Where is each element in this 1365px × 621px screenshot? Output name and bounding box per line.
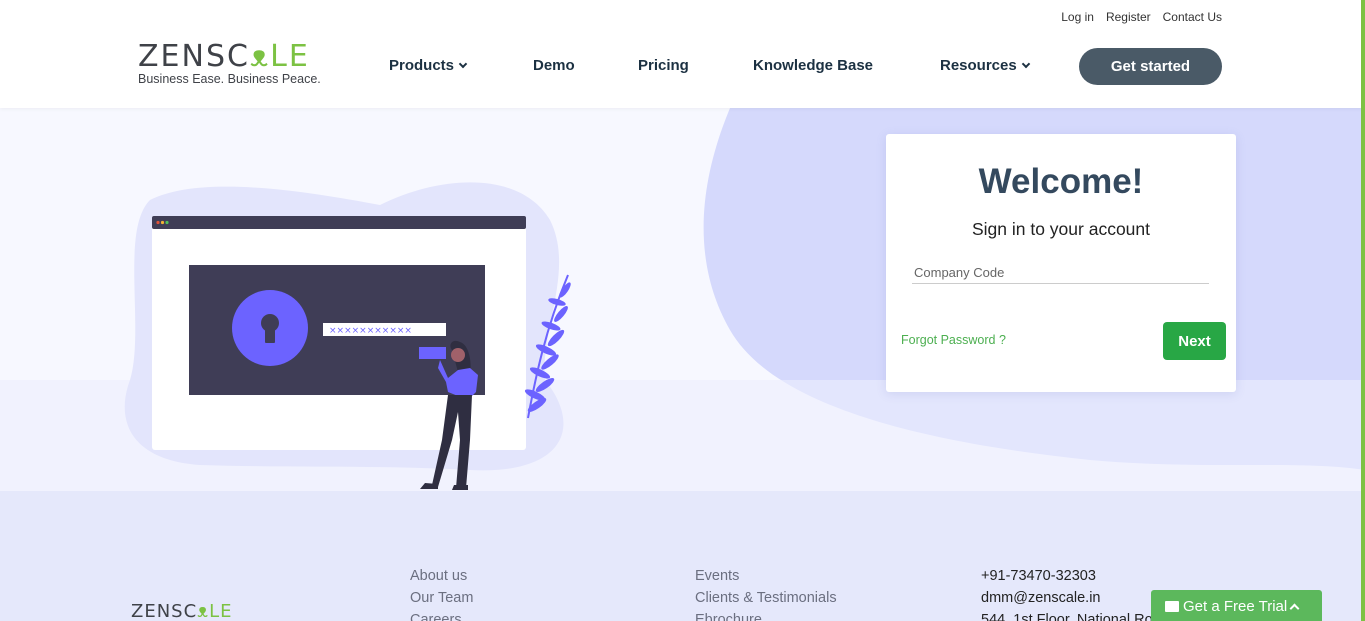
- browser-titlebar: [152, 216, 526, 229]
- window-dot-red: [156, 220, 160, 225]
- footer-link-events[interactable]: Events: [695, 565, 837, 587]
- signin-subtitle: Sign in to your account: [971, 219, 1151, 239]
- contact-address: 544, 1st Floor, National Ro: [981, 612, 1153, 621]
- brand-logo[interactable]: ZENSCᴥLE Business Ease. Business Peace.: [138, 39, 321, 87]
- person-head: [451, 348, 465, 362]
- submit-box: [419, 347, 446, 359]
- footer-company-links: About us Our Team Careers: [410, 565, 473, 621]
- footer-link-careers[interactable]: Careers: [410, 609, 473, 621]
- contact-email[interactable]: dmm@zenscale.in: [981, 587, 1153, 609]
- contact-us-link[interactable]: Contact Us: [1163, 10, 1222, 24]
- footer-link-team[interactable]: Our Team: [410, 587, 473, 609]
- chevron-down-icon: [1021, 59, 1030, 68]
- free-trial-button[interactable]: Get a Free Trial: [1151, 590, 1322, 621]
- contact-phone[interactable]: +91-73470-32303: [981, 565, 1153, 587]
- top-links: Log in Register Contact Us: [1061, 10, 1222, 24]
- forgot-password-link[interactable]: Forgot Password ?: [901, 333, 1006, 347]
- meditation-icon: ᴥ: [249, 39, 271, 74]
- footer-logo[interactable]: ZENSCᴥLE: [131, 601, 233, 621]
- welcome-title: Welcome!: [978, 162, 1144, 201]
- nav-demo[interactable]: Demo: [533, 57, 638, 74]
- main-nav: Products Demo Pricing Knowledge Base Res…: [389, 57, 1030, 74]
- window-dot-green: [165, 220, 169, 225]
- person-shoe-right: [452, 485, 468, 490]
- site-header: ZENSCᴥLE Business Ease. Business Peace. …: [0, 0, 1365, 108]
- brand-tagline: Business Ease. Business Peace.: [138, 72, 321, 86]
- envelope-icon: [1165, 601, 1179, 612]
- get-started-button[interactable]: Get started: [1079, 48, 1222, 85]
- nav-pricing[interactable]: Pricing: [638, 57, 753, 74]
- login-link[interactable]: Log in: [1061, 10, 1094, 24]
- keyhole-stem: [265, 325, 275, 343]
- next-button[interactable]: Next: [1163, 322, 1226, 360]
- chevron-down-icon: [458, 59, 468, 68]
- page-edge-accent: [1361, 0, 1365, 621]
- footer-link-clients[interactable]: Clients & Testimonials: [695, 587, 837, 609]
- nav-knowledge-base[interactable]: Knowledge Base: [753, 57, 940, 74]
- window-dot-yellow: [160, 220, 165, 225]
- login-card: Welcome! Sign in to your account Forgot …: [886, 134, 1236, 392]
- footer-link-ebrochure[interactable]: Ebrochure: [695, 609, 837, 621]
- chevron-up-icon: [1289, 603, 1300, 614]
- password-mask: ×××××××××××: [329, 326, 412, 336]
- footer-contact: +91-73470-32303 dmm@zenscale.in 544, 1st…: [981, 565, 1153, 621]
- footer-resource-links: Events Clients & Testimonials Ebrochure: [695, 565, 837, 621]
- meditation-icon: ᴥ: [197, 601, 210, 621]
- footer-link-about[interactable]: About us: [410, 565, 473, 587]
- nav-products[interactable]: Products: [389, 57, 533, 74]
- nav-resources[interactable]: Resources: [940, 57, 1030, 74]
- company-code-input[interactable]: [912, 262, 1209, 284]
- register-link[interactable]: Register: [1106, 10, 1151, 24]
- brand-wordmark: ZENSCᴥLE: [138, 39, 310, 74]
